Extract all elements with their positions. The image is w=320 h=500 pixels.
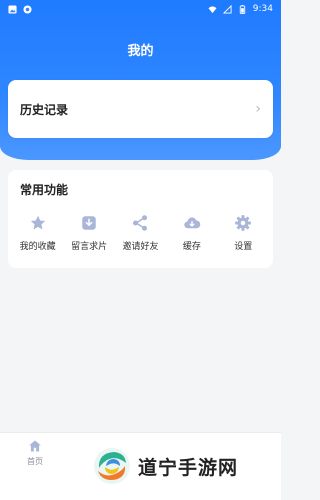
cache-label: 缓存 bbox=[182, 242, 201, 252]
wifi-icon bbox=[208, 5, 217, 13]
watermark-text: 道宁手游网 bbox=[138, 456, 239, 479]
page-title: 我的 bbox=[127, 44, 154, 59]
request-movie-button[interactable]: 留言求片 bbox=[64, 214, 114, 252]
chevron-right-icon: › bbox=[255, 101, 261, 117]
invite-friends-button[interactable]: 邀请好友 bbox=[115, 214, 165, 252]
favorites-button[interactable]: 我的收藏 bbox=[13, 214, 63, 252]
home-icon bbox=[29, 440, 41, 452]
gear-icon bbox=[235, 215, 252, 231]
history-record-item[interactable]: 历史记录 › bbox=[8, 80, 273, 138]
nav-home-tab[interactable]: 首页 bbox=[20, 439, 50, 467]
favorites-label: 我的收藏 bbox=[19, 242, 56, 252]
watermark-logo bbox=[94, 448, 130, 484]
watermark: 道宁手游网 bbox=[92, 446, 238, 486]
status-bar: 9:34 bbox=[0, 0, 281, 18]
nav-home-label: 首页 bbox=[27, 457, 43, 466]
history-label: 历史记录 bbox=[20, 102, 69, 117]
cloud-download-icon bbox=[184, 217, 201, 229]
function-row: 我的收藏 留言求片 邀请好友 缓存 设置 bbox=[12, 214, 269, 252]
status-time: 9:34 bbox=[252, 4, 273, 14]
signal-icon bbox=[222, 4, 232, 14]
star-icon bbox=[30, 215, 45, 230]
status-left bbox=[8, 4, 32, 14]
notification-icon bbox=[23, 4, 32, 14]
common-functions-card: 常用功能 我的收藏 留言求片 邀请好友 缓存 设置 bbox=[8, 170, 273, 268]
cache-button[interactable]: 缓存 bbox=[167, 214, 217, 252]
image-icon bbox=[8, 4, 17, 14]
settings-label: 设置 bbox=[234, 242, 253, 252]
battery-icon bbox=[239, 4, 245, 14]
share-icon bbox=[133, 215, 148, 231]
settings-button[interactable]: 设置 bbox=[218, 214, 268, 252]
request-movie-label: 留言求片 bbox=[71, 242, 108, 252]
common-functions-title: 常用功能 bbox=[20, 183, 69, 197]
status-right: 9:34 bbox=[208, 4, 273, 14]
download-box-icon bbox=[82, 216, 96, 230]
invite-friends-label: 邀请好友 bbox=[122, 242, 159, 252]
